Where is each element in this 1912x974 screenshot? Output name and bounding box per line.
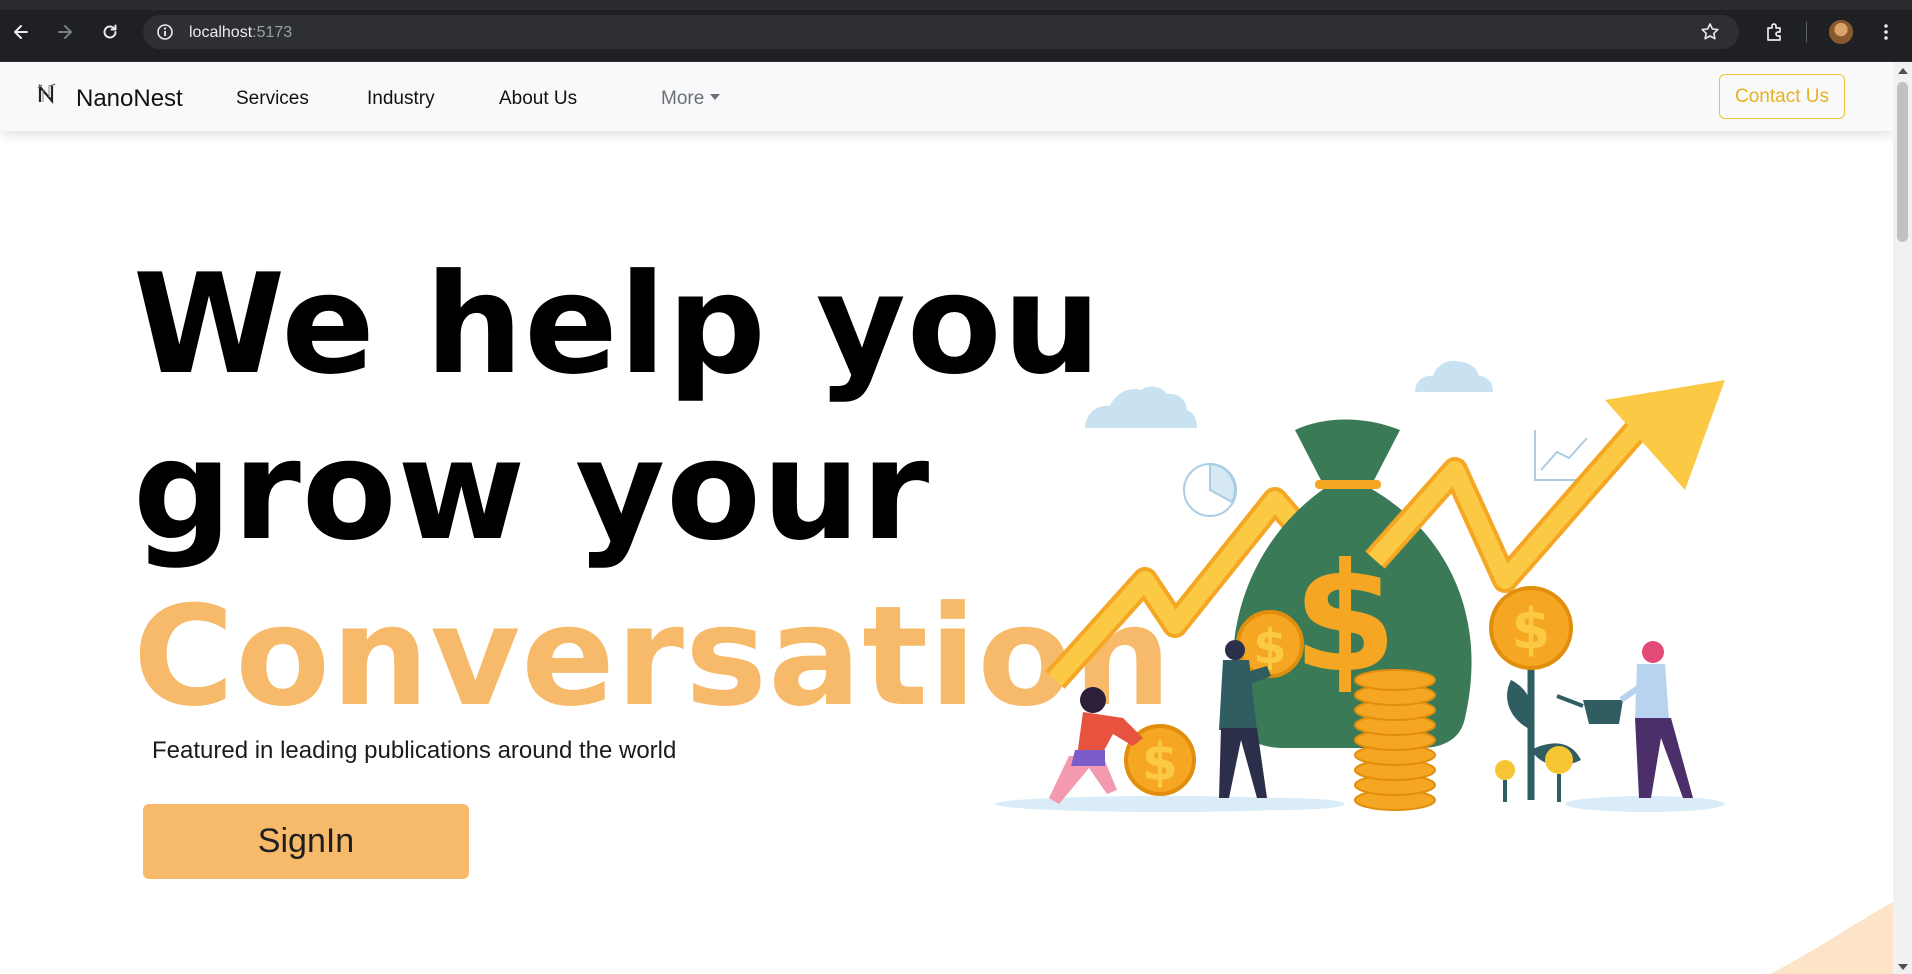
nav-dropdown-more[interactable]: More [661,88,721,110]
corner-decoration [1770,902,1893,974]
menu-dots-icon[interactable] [1873,19,1899,45]
address-url: localhost:5173 [189,24,292,42]
bookmark-star-icon[interactable] [1700,22,1720,47]
extensions-icon[interactable] [1761,19,1787,45]
site-navbar: NanoNest Services Industry About Us More… [0,62,1893,131]
url-port: :5173 [252,24,293,41]
nav-link-industry[interactable]: Industry [367,88,435,110]
hero-title-line-2: grow your [133,410,931,571]
toolbar-divider [1806,22,1807,42]
browser-toolbar: localhost:5173 [0,0,1912,62]
site-info-icon[interactable] [156,23,174,46]
page-scrollbar[interactable] [1893,62,1912,974]
cloud-icon [1085,360,1493,428]
caret-down-icon [710,94,721,100]
scroll-down-arrow-icon[interactable] [1898,964,1908,970]
back-arrow-icon[interactable] [8,19,34,45]
person-watering-plant-icon [1556,641,1693,798]
coin-plant-icon: $ [1489,586,1581,802]
svg-text:$: $ [1253,619,1286,675]
featured-text: Featured in leading publications around … [152,737,677,764]
svg-text:$: $ [1142,733,1178,793]
nav-link-about-us[interactable]: About Us [499,88,577,110]
growth-illustration: $ $ $ $ [995,360,1725,812]
scrollbar-thumb[interactable] [1897,82,1908,242]
coin-stack-icon [1354,669,1436,811]
nav-link-services[interactable]: Services [236,88,309,110]
tab-strip [0,0,1912,10]
brand-name[interactable]: NanoNest [76,85,183,113]
url-host: localhost [189,24,253,41]
reload-icon[interactable] [97,19,123,45]
hero-title-line-1: We help you [133,244,1102,405]
signin-button[interactable]: SignIn [143,804,469,879]
money-bag-icon: $ [1232,419,1472,748]
brand-logo-icon[interactable] [36,82,58,106]
profile-avatar[interactable] [1829,20,1853,44]
person-pushing-coin-icon: $ [1049,687,1196,804]
address-bar[interactable]: localhost:5173 [143,15,1739,49]
contact-us-button[interactable]: Contact Us [1719,74,1845,119]
scroll-up-arrow-icon[interactable] [1898,68,1908,74]
pie-chart-icon [1183,462,1237,517]
nav-more-label: More [661,88,705,109]
svg-text:$: $ [1512,597,1551,662]
forward-arrow-icon[interactable] [52,19,78,45]
page-viewport: NanoNest Services Industry About Us More… [0,62,1893,974]
